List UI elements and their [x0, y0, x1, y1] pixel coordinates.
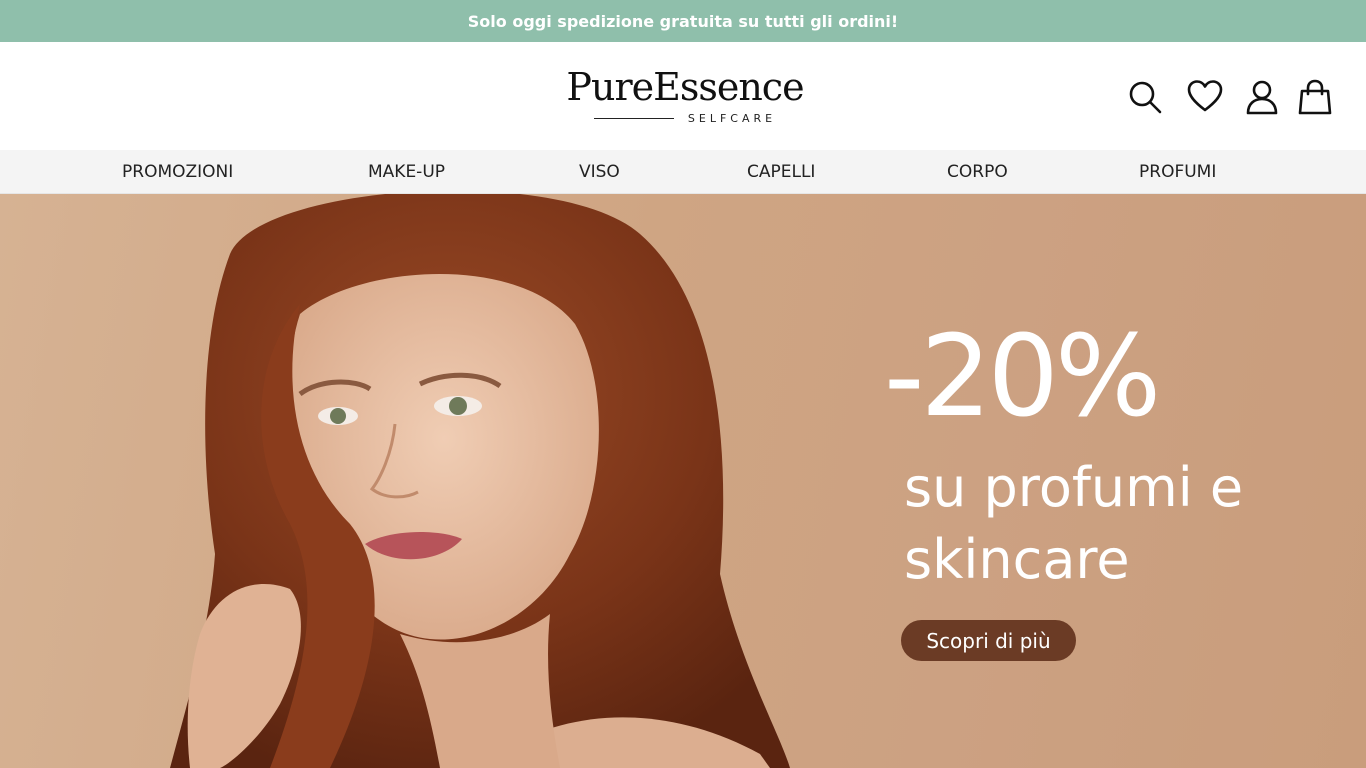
site-header: PureEssence SELFCARE [0, 42, 1366, 150]
announcement-text: Solo oggi spedizione gratuita su tutti g… [467, 11, 899, 31]
nav-item-promozioni[interactable]: PROMOZIONI [122, 150, 233, 194]
heart-icon [1187, 80, 1223, 112]
promo-discount: -20% [884, 312, 1161, 442]
nav-item-make-up[interactable]: MAKE-UP [368, 150, 445, 194]
nav-item-corpo[interactable]: CORPO [947, 150, 1008, 194]
logo-divider [593, 118, 674, 119]
nav-item-capelli[interactable]: CAPELLI [747, 150, 815, 194]
announcement-bar: Solo oggi spedizione gratuita su tutti g… [0, 0, 1366, 42]
hero-model-image [170, 194, 790, 768]
cart-button[interactable] [1295, 76, 1335, 118]
account-button[interactable] [1242, 76, 1282, 118]
wishlist-button[interactable] [1185, 76, 1225, 118]
promo-subtitle-line2: skincare [904, 528, 1130, 591]
hero-banner: -20% su profumi e skincare Scopri di più [0, 194, 1366, 768]
discover-more-button[interactable]: Scopri di più [901, 620, 1076, 661]
brand-logo[interactable]: PureEssence SELFCARE [560, 64, 810, 134]
promo-subtitle: su profumi e skincare [904, 452, 1324, 596]
shopping-bag-icon [1298, 79, 1332, 115]
discover-more-label: Scopri di più [926, 628, 1051, 653]
nav-item-viso[interactable]: VISO [579, 150, 620, 194]
search-icon [1129, 81, 1162, 114]
brand-tagline-row: SELFCARE [560, 112, 810, 125]
main-navigation: PROMOZIONI MAKE-UP VISO CAPELLI CORPO PR… [0, 150, 1366, 194]
search-button[interactable] [1125, 76, 1165, 118]
user-icon [1246, 80, 1278, 115]
brand-name: PureEssence [566, 65, 804, 109]
nav-item-profumi[interactable]: PROFUMI [1139, 150, 1216, 194]
brand-tagline: SELFCARE [687, 112, 777, 125]
promo-subtitle-line1: su profumi e [904, 456, 1244, 519]
